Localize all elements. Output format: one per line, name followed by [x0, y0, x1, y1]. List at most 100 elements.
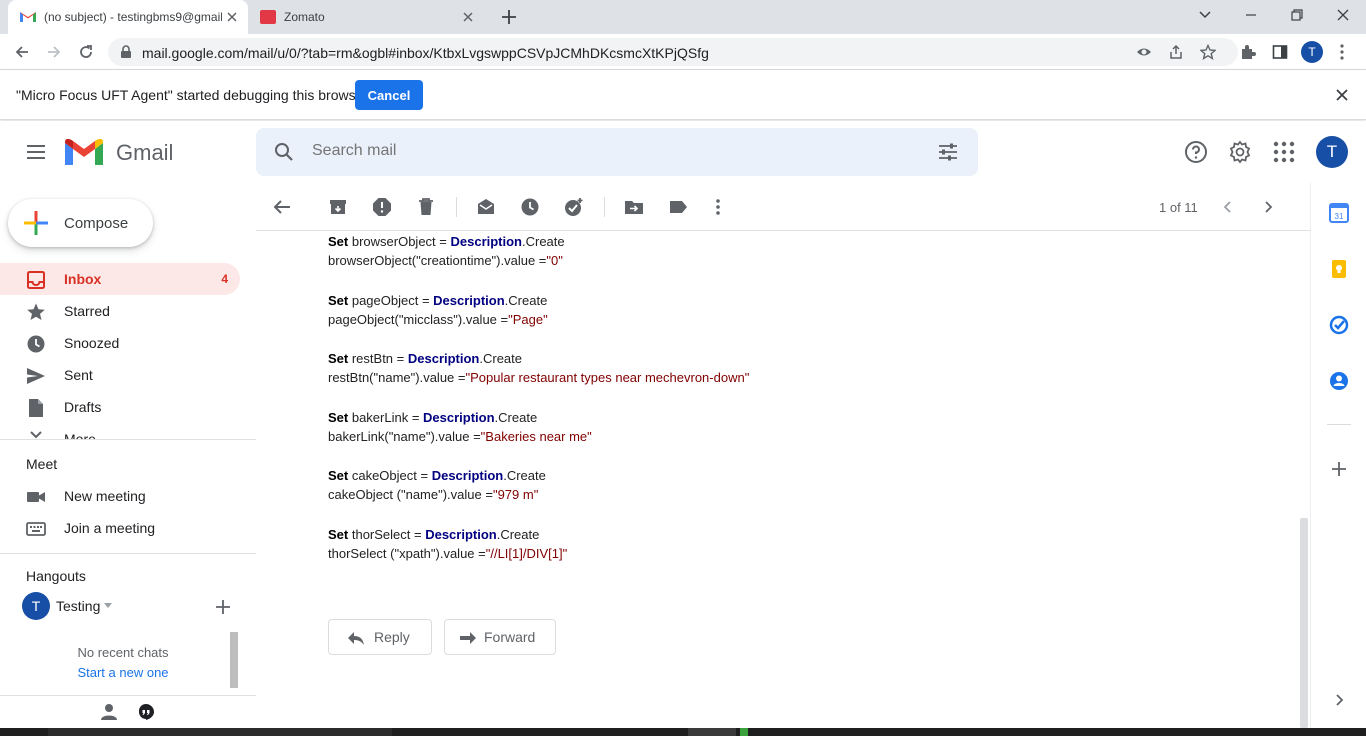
taskbar-search[interactable] [48, 728, 392, 736]
code-line-declaration: Set pageObject = Description.Create [328, 291, 548, 310]
search-bar[interactable] [256, 128, 978, 176]
meet-item-label: Join a meeting [64, 520, 156, 536]
keep-icon[interactable] [1329, 259, 1349, 279]
sidebar-item-starred[interactable]: Starred [0, 295, 240, 327]
eye-tracking-icon[interactable] [1136, 44, 1152, 60]
apps-grid-icon[interactable] [1273, 141, 1295, 163]
new-meeting-item[interactable]: New meeting [0, 480, 240, 512]
chat-scrollbar[interactable] [230, 632, 238, 688]
scroll-thumb[interactable] [1300, 518, 1308, 728]
code-line-declaration: Set bakerLink = Description.Create [328, 408, 592, 427]
keyword-set: Set [328, 292, 349, 308]
reply-button[interactable]: Reply [328, 619, 432, 655]
archive-icon[interactable] [328, 197, 348, 217]
cancel-debug-button[interactable]: Cancel [355, 80, 423, 110]
tab-close-icon[interactable] [224, 9, 240, 25]
lock-icon[interactable] [118, 44, 134, 60]
profile-avatar[interactable]: T [1298, 38, 1326, 66]
search-options-icon[interactable] [938, 142, 958, 162]
address-bar[interactable]: mail.google.com/mail/u/0/?tab=rm&ogbl#in… [108, 38, 1238, 66]
show-panel-chevron-icon[interactable] [1329, 690, 1349, 710]
back-button[interactable] [8, 38, 36, 66]
minimize-button[interactable] [1228, 0, 1274, 30]
gmail-wordmark: Gmail [116, 140, 174, 165]
divider [1327, 424, 1351, 425]
person-icon[interactable] [100, 703, 118, 721]
gmail-sidebar: Compose Inbox 4 Starred Snoozed Sent Dra… [0, 183, 256, 728]
hangouts-user[interactable]: T Testing [22, 591, 212, 620]
side-panel-icon[interactable] [1266, 38, 1294, 66]
close-window-button[interactable] [1320, 0, 1366, 30]
add-task-icon[interactable] [564, 197, 584, 217]
compose-button[interactable]: Compose [8, 199, 153, 247]
report-spam-icon[interactable] [372, 197, 392, 217]
gmail-favicon-icon [20, 10, 36, 22]
gmail-logo-icon[interactable] [65, 139, 103, 167]
back-to-inbox-icon[interactable] [272, 197, 292, 217]
hangouts-icon[interactable] [137, 703, 155, 721]
tasks-icon[interactable] [1329, 315, 1349, 335]
taskbar-app-indicator [740, 728, 748, 736]
code-line-declaration: Set cakeObject = Description.Create [328, 466, 546, 485]
tab-title: (no subject) - testingbms9@gmail.com [44, 10, 222, 24]
forward-nav-button[interactable] [40, 38, 68, 66]
new-tab-button[interactable] [498, 7, 520, 27]
sidebar-item-more[interactable]: More [0, 423, 256, 439]
unread-count-badge: 4 [221, 272, 228, 286]
join-meeting-item[interactable]: Join a meeting [0, 512, 240, 544]
label-icon[interactable] [668, 197, 688, 217]
reload-button[interactable] [72, 38, 100, 66]
search-input[interactable] [312, 142, 912, 160]
browser-menu-icon[interactable] [1328, 38, 1356, 66]
settings-gear-icon[interactable] [1228, 140, 1252, 164]
mark-unread-icon[interactable] [476, 197, 496, 217]
taskbar-app[interactable] [688, 728, 736, 736]
forward-button[interactable]: Forward [444, 619, 556, 655]
message-scrollbar[interactable] [1298, 231, 1310, 728]
tab-gmail[interactable]: (no subject) - testingbms9@gmail.com [8, 0, 248, 34]
tab-search-icon[interactable] [1182, 0, 1228, 30]
code-statement: Set restBtn = Description.Create restBtn(… [328, 349, 749, 387]
account-avatar[interactable]: T [1316, 136, 1348, 168]
svg-text:31: 31 [1335, 212, 1344, 221]
move-to-icon[interactable] [624, 197, 644, 217]
contacts-icon[interactable] [1329, 371, 1349, 391]
calendar-icon[interactable]: 31 [1329, 203, 1349, 223]
sidebar-item-inbox[interactable]: Inbox 4 [0, 263, 240, 295]
tab-close-icon[interactable] [460, 9, 476, 25]
main-menu-icon[interactable] [24, 140, 48, 164]
close-infobar-icon[interactable] [1334, 87, 1350, 103]
tab-zomato[interactable]: Zomato [250, 0, 486, 34]
tab-title: Zomato [284, 10, 325, 24]
string-value: "979 m" [492, 487, 539, 502]
keyword-description: Description [450, 234, 522, 249]
snooze-clock-icon[interactable] [520, 197, 540, 217]
forward-arrow-icon [459, 629, 477, 647]
share-icon[interactable] [1168, 44, 1184, 60]
sidebar-item-sent[interactable]: Sent [0, 359, 240, 391]
restore-button[interactable] [1274, 0, 1320, 30]
reply-label: Reply [374, 629, 410, 645]
older-chevron-right-icon[interactable] [1258, 197, 1278, 217]
hangouts-section-title: Hangouts [26, 568, 86, 584]
extensions-icon[interactable] [1234, 38, 1262, 66]
divider [0, 553, 256, 554]
more-options-icon[interactable] [708, 197, 728, 217]
sidebar-item-drafts[interactable]: Drafts [0, 391, 240, 423]
add-chat-icon[interactable] [216, 600, 230, 614]
variable-name: restBtn = [348, 351, 408, 366]
search-icon[interactable] [274, 142, 294, 162]
bookmark-star-icon[interactable] [1200, 44, 1216, 60]
code-line-assignment: pageObject("micclass").value ="Page" [328, 310, 548, 329]
code-line-assignment: thorSelect ("xpath").value ="//LI[1]/DIV… [328, 544, 567, 563]
keyword-set: Set [328, 409, 349, 425]
keyword-description: Description [433, 292, 505, 308]
sidebar-item-snoozed[interactable]: Snoozed [0, 327, 240, 359]
add-addon-icon[interactable] [1329, 459, 1349, 479]
delete-trash-icon[interactable] [416, 197, 436, 217]
property-expression: thorSelect ("xpath").value = [328, 545, 486, 561]
sidebar-item-label: Drafts [64, 399, 102, 415]
help-icon[interactable] [1184, 140, 1208, 164]
newer-chevron-left-icon[interactable] [1218, 197, 1238, 217]
start-new-chat-link[interactable]: Start a new one [0, 665, 246, 680]
